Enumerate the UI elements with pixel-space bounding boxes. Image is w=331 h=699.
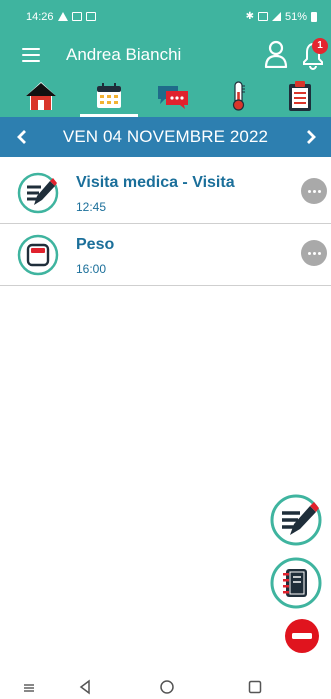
image-icon [85,12,96,21]
signal-icon [271,12,281,21]
tab-calendar[interactable] [84,75,134,117]
status-bar: 14:26 ✱ 51% [0,0,331,33]
tab-bar [0,75,331,117]
status-left: 14:26 [26,11,96,23]
user-name: Andrea Bianchi [66,45,182,64]
clipboard-icon [289,81,311,111]
bluetooth-icon: ✱ [245,11,254,22]
recents-icon[interactable] [248,680,262,694]
event-title: Visita medica - Visita [76,174,235,191]
event-options-button[interactable] [301,178,327,204]
back-icon[interactable] [78,679,92,695]
event-list: Visita medica - Visita 12:45 Peso 16:00 [0,162,331,286]
profile-button[interactable] [264,40,288,69]
warning-icon [57,12,68,21]
notifications-button[interactable]: 1 [300,38,328,70]
mail-icon [71,12,82,21]
chat-icon [158,86,188,109]
date-bar: VEN 04 NOVEMBRE 2022 [0,117,331,157]
event-item[interactable]: Peso 16:00 [0,224,331,286]
battery-icon [311,11,317,22]
tab-home[interactable] [16,75,66,117]
pen-note-icon [17,172,59,214]
scale-icon [17,234,59,276]
menu-icon[interactable] [22,48,40,62]
event-item[interactable]: Visita medica - Visita 12:45 [0,162,331,224]
user-icon [264,40,288,69]
event-time: 12:45 [76,200,107,214]
next-day-button[interactable] [291,117,331,157]
event-options-button[interactable] [301,240,327,266]
vibrate-icon [257,12,268,21]
previous-day-button[interactable] [2,117,42,157]
system-nav-bar [0,676,331,699]
app-bar: Andrea Bianchi 1 [0,33,331,117]
tab-clipboard[interactable] [275,75,325,117]
current-date[interactable]: VEN 04 NOVEMBRE 2022 [40,117,291,157]
home-icon [26,82,56,110]
tab-measurements[interactable] [213,75,263,117]
calendar-icon [97,83,121,108]
home-circle-icon[interactable] [160,680,174,694]
event-title: Peso [76,236,115,253]
battery-percent: 51% [284,10,307,23]
status-right: ✱ 51% [246,11,317,23]
close-menu-button[interactable] [284,618,320,654]
notification-badge: 1 [312,38,328,54]
add-note-button[interactable] [270,494,322,546]
status-time: 14:26 [26,10,54,23]
tab-messages[interactable] [148,75,198,117]
chevron-right-icon [307,130,316,144]
menu-lines-icon[interactable] [22,683,36,693]
chevron-left-icon [17,130,26,144]
diary-button[interactable] [270,557,322,609]
thermometer-icon [232,81,245,111]
event-time: 16:00 [76,262,107,276]
